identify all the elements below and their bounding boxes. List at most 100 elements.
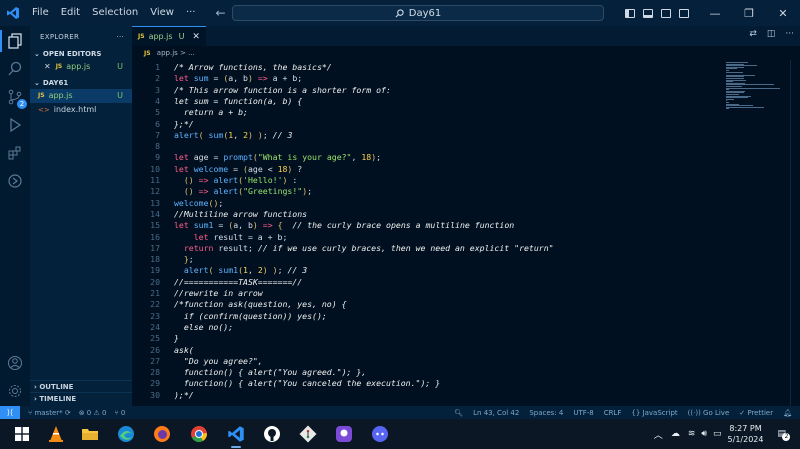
customize-layout-icon[interactable] — [679, 8, 689, 18]
notifications-bell-icon[interactable]: 🔔︎ — [783, 409, 792, 417]
run-debug-icon[interactable] — [6, 116, 24, 134]
maximize-button[interactable]: ❐ — [732, 7, 766, 20]
line-ending[interactable]: CRLF — [604, 409, 622, 417]
code-line[interactable]: 4 let sum = function(a, b) { — [132, 96, 722, 107]
toggle-panel-icon[interactable] — [643, 8, 653, 18]
firefox-icon[interactable] — [152, 424, 172, 444]
code-line[interactable]: 16 let result = a + b; — [132, 232, 722, 243]
close-window-button[interactable]: ✕ — [766, 7, 800, 20]
toggle-sidebar-icon[interactable] — [625, 8, 635, 18]
compare-changes-icon[interactable]: ⇄ — [749, 29, 757, 39]
vscode-taskbar-icon[interactable] — [226, 424, 246, 444]
menu-view[interactable]: View — [144, 0, 180, 26]
outline-section[interactable]: › OUTLINE — [30, 380, 132, 392]
menu-more[interactable]: ··· — [180, 0, 202, 26]
clock[interactable]: 8:27 PM 5/1/2024 — [728, 423, 764, 445]
timeline-section[interactable]: › TIMELINE — [30, 392, 132, 404]
code-line[interactable]: 22 /*function ask(question, yes, no) { — [132, 299, 722, 310]
code-line[interactable]: 5 return a + b; — [132, 107, 722, 118]
open-editor-item[interactable]: ✕ JS app.js U — [30, 60, 132, 74]
extensions-icon[interactable] — [6, 144, 24, 162]
code-line[interactable]: 24 else no(); — [132, 322, 722, 333]
code-line[interactable]: 21 //rewrite in arrow — [132, 288, 722, 299]
code-line[interactable]: 19 alert( sum1(1, 2) ); // 3 — [132, 265, 722, 276]
problems-indicator[interactable]: ⊗ 0 ⚠ 0 — [79, 409, 107, 417]
code-line[interactable]: 26 ask( — [132, 345, 722, 356]
back-arrow-icon[interactable]: ← — [215, 6, 225, 20]
command-center-search[interactable]: Day61 — [232, 5, 604, 21]
github-icon[interactable] — [262, 424, 282, 444]
prettier-status[interactable]: ✓ Prettier — [739, 409, 773, 417]
explorer-icon[interactable] — [6, 32, 24, 50]
code-line[interactable]: 27 "Do you agree?", — [132, 356, 722, 367]
search-icon[interactable] — [6, 60, 24, 78]
code-line[interactable]: 23 if (confirm(question)) yes(); — [132, 311, 722, 322]
code-line[interactable]: 9 let age = prompt("What is your age?", 1… — [132, 152, 722, 163]
code-line[interactable]: 13 welcome(); — [132, 198, 722, 209]
discord-icon[interactable] — [370, 424, 390, 444]
chevron-up-icon[interactable]: ︿ — [654, 428, 663, 441]
close-icon[interactable]: ✕ — [44, 60, 51, 74]
volume-icon[interactable]: 🔊︎ — [701, 429, 707, 439]
more-actions-icon[interactable]: ··· — [785, 29, 794, 39]
remote-indicator-icon[interactable]: ⟩⟨ — [0, 406, 20, 419]
language-mode[interactable]: {} JavaScript — [631, 409, 677, 417]
code-line[interactable]: 17 return result; // if we use curly bra… — [132, 243, 722, 254]
code-line[interactable]: 7 alert( sum(1, 2) ); // 3 — [132, 130, 722, 141]
minimize-button[interactable]: — — [698, 7, 732, 20]
edge-browser-icon[interactable] — [116, 424, 136, 444]
code-line[interactable]: 28 function() { alert("You agreed."); }, — [132, 367, 722, 378]
menu-selection[interactable]: Selection — [86, 0, 144, 26]
file-explorer-icon[interactable] — [80, 424, 100, 444]
open-editors-section[interactable]: ⌄ OPEN EDITORS — [30, 48, 132, 60]
code-line[interactable]: 30);*/ — [132, 390, 722, 401]
code-line[interactable]: 3 /* This arrow function is a shorter for… — [132, 85, 722, 96]
menu-file[interactable]: File — [26, 0, 55, 26]
remote-explorer-icon[interactable] — [6, 172, 24, 190]
battery-icon[interactable]: ▭ — [713, 429, 722, 439]
vlc-icon[interactable] — [46, 424, 66, 444]
code-line[interactable]: 15 let sum1 = (a, b) => { // the curly br… — [132, 220, 722, 231]
code-line[interactable]: 25} — [132, 333, 722, 344]
code-line[interactable]: 18 }; — [132, 254, 722, 265]
code-line[interactable]: 6};*/ — [132, 119, 722, 130]
indentation[interactable]: Spaces: 4 — [529, 409, 563, 417]
code-line[interactable]: 20 //===========TASK=======// — [132, 277, 722, 288]
close-icon[interactable]: ✕ — [192, 32, 200, 42]
code-line[interactable]: 8 — [132, 141, 722, 152]
account-icon[interactable] — [6, 354, 24, 372]
file-item-index-html[interactable]: <> index.html — [30, 103, 132, 117]
encoding[interactable]: UTF-8 — [573, 409, 593, 417]
split-editor-icon[interactable]: ◫ — [767, 29, 776, 39]
source-control-icon[interactable]: 2 — [6, 88, 27, 109]
code-line[interactable]: 12 () => alert("Greetings!"); — [132, 186, 722, 197]
zoom-icon[interactable]: 🔍︎ — [454, 409, 463, 417]
code-line[interactable]: 11 () => alert('Hello!') : — [132, 175, 722, 186]
wifi-icon[interactable]: ≋ — [688, 429, 696, 439]
windows-start-icon[interactable] — [12, 424, 32, 444]
menu-edit[interactable]: Edit — [55, 0, 86, 26]
branch-indicator[interactable]: ⑂ master* ⟳ — [28, 409, 71, 417]
git-icon[interactable] — [298, 424, 318, 444]
explorer-more-button[interactable]: ··· — [116, 26, 124, 48]
github-desktop-icon[interactable] — [334, 424, 354, 444]
notification-center-icon[interactable]: ▤2 — [777, 429, 791, 441]
code-line[interactable]: 10 let welcome = (age < 18) ? — [132, 164, 722, 175]
chrome-icon[interactable] — [189, 424, 209, 444]
go-live-button[interactable]: ((·)) Go Live — [688, 409, 730, 417]
ports-indicator[interactable]: ⑂ 0 — [114, 409, 125, 417]
code-line[interactable]: 14 //Multiline arrow functions — [132, 209, 722, 220]
code-line[interactable]: 1 /* Arrow functions, the basics*/ — [132, 62, 722, 73]
cursor-position[interactable]: Ln 43, Col 42 — [473, 409, 519, 417]
code-line[interactable]: 2 let sum = (a, b) => a + b; — [132, 73, 722, 84]
tab-app-js[interactable]: JS app.js U ✕ — [132, 26, 206, 46]
file-item-app-js[interactable]: JS app.js U — [30, 89, 132, 103]
code-line[interactable]: 29 function() { alert("You canceled the … — [132, 378, 722, 389]
toggle-secondary-sidebar-icon[interactable] — [661, 8, 671, 18]
minimap[interactable] — [722, 60, 788, 406]
breadcrumb[interactable]: JS app.js > ... — [132, 46, 800, 60]
cloud-icon[interactable]: ☁ — [671, 429, 680, 439]
folder-section[interactable]: ⌄ DAY61 — [30, 77, 132, 89]
settings-gear-icon[interactable] — [6, 382, 24, 400]
code-editor[interactable]: 1 /* Arrow functions, the basics*/ 2 let su… — [132, 60, 722, 406]
